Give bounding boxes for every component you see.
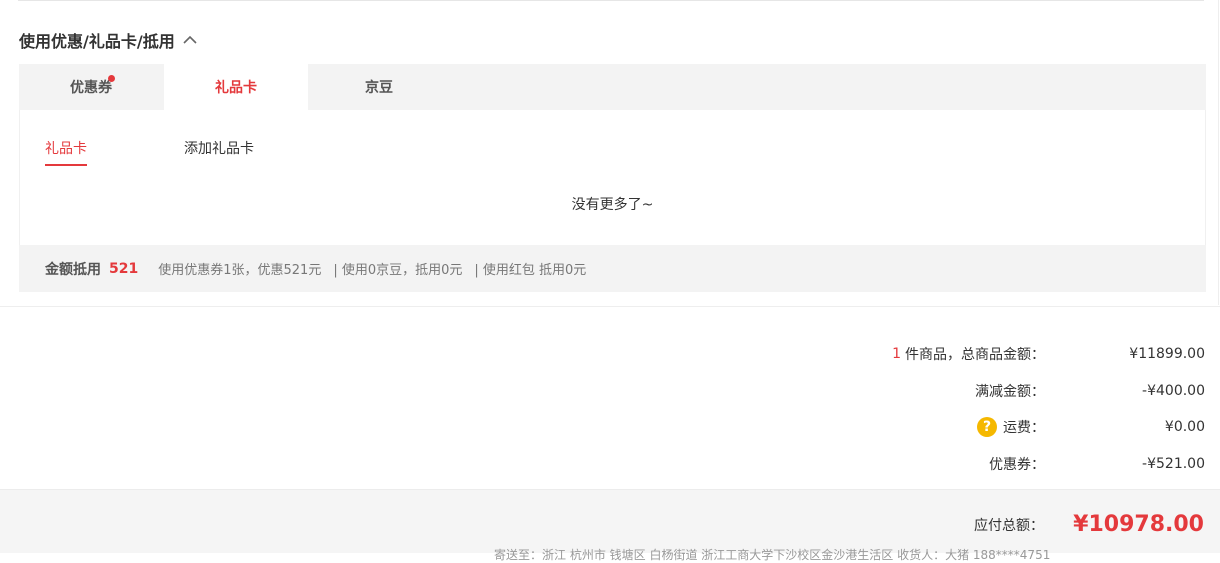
tab-label: 京豆 bbox=[365, 80, 393, 96]
shipping-row: ? 运费： ¥0.00 bbox=[892, 409, 1205, 446]
coupon-row: 优惠券： -¥521.00 bbox=[892, 446, 1205, 483]
shipping-label: 运费： bbox=[1003, 420, 1045, 437]
tab-label: 优惠券 bbox=[70, 80, 112, 96]
discount-row: 满减金额： -¥400.00 bbox=[892, 373, 1205, 410]
hongbao-detail: | 使用红包 抵用0元 bbox=[474, 263, 587, 278]
payable-amount: ¥10978.00 bbox=[1073, 512, 1204, 537]
tab-gift-card[interactable]: 礼品卡 bbox=[164, 64, 308, 110]
coupon-value: -¥521.00 bbox=[1142, 455, 1205, 472]
items-total-value: ¥11899.00 bbox=[1129, 346, 1205, 363]
deduction-label: 金额抵用 bbox=[45, 261, 101, 278]
items-total-row: 1 件商品，总商品金额： ¥11899.00 bbox=[892, 336, 1205, 373]
deduction-amount: 521 bbox=[109, 260, 139, 277]
subtab-add-gift-card[interactable]: 添加礼品卡 bbox=[184, 138, 254, 158]
tab-coupons[interactable]: 优惠券 bbox=[19, 64, 163, 110]
shipping-label-group: ? 运费： bbox=[977, 417, 1045, 438]
notification-dot bbox=[108, 75, 115, 82]
right-border bbox=[1218, 0, 1219, 305]
discount-label: 满减金额： bbox=[975, 383, 1045, 400]
deduction-summary: 金额抵用 521 使用优惠券1张，优惠521元 | 使用0京豆，抵用0元 | 使… bbox=[19, 245, 1206, 292]
payable-label: 应付总额： bbox=[974, 518, 1044, 534]
tab-label: 礼品卡 bbox=[215, 80, 257, 96]
top-divider bbox=[18, 0, 1204, 1]
coupon-label: 优惠券： bbox=[989, 456, 1045, 473]
gift-card-panel: 礼品卡 添加礼品卡 没有更多了~ bbox=[19, 110, 1206, 245]
discount-value: -¥400.00 bbox=[1142, 382, 1205, 399]
item-count: 1 bbox=[892, 346, 901, 363]
payment-bar: 应付总额： ¥10978.00 寄送至：浙江 杭州市 钱塘区 白杨街道 浙江工商… bbox=[0, 489, 1220, 562]
items-label: 件商品，总商品金额： bbox=[905, 347, 1045, 364]
discount-tabs: 优惠券 礼品卡 京豆 bbox=[19, 64, 1206, 110]
shipping-value: ¥0.00 bbox=[1164, 419, 1205, 436]
help-icon[interactable]: ? bbox=[977, 417, 997, 438]
section-title: 使用优惠/礼品卡/抵用 bbox=[19, 32, 175, 51]
chevron-up-icon bbox=[183, 35, 197, 44]
discount-section-toggle[interactable]: 使用优惠/礼品卡/抵用 bbox=[19, 28, 197, 52]
coupon-detail: 使用优惠券1张，优惠521元 bbox=[158, 263, 322, 278]
section-divider bbox=[0, 306, 1220, 307]
subtab-gift-card[interactable]: 礼品卡 bbox=[45, 138, 87, 166]
items-total-label: 1 件商品，总商品金额： bbox=[892, 344, 1045, 364]
tab-jingdou[interactable]: 京豆 bbox=[307, 64, 451, 110]
order-totals: 1 件商品，总商品金额： ¥11899.00 满减金额： -¥400.00 ? … bbox=[892, 336, 1205, 482]
jingdou-detail: | 使用0京豆，抵用0元 bbox=[333, 263, 463, 278]
empty-message: 没有更多了~ bbox=[571, 197, 654, 213]
shipping-address: 寄送至：浙江 杭州市 钱塘区 白杨街道 浙江工商大学下沙校区金沙港生活区 收货人… bbox=[494, 548, 1051, 562]
